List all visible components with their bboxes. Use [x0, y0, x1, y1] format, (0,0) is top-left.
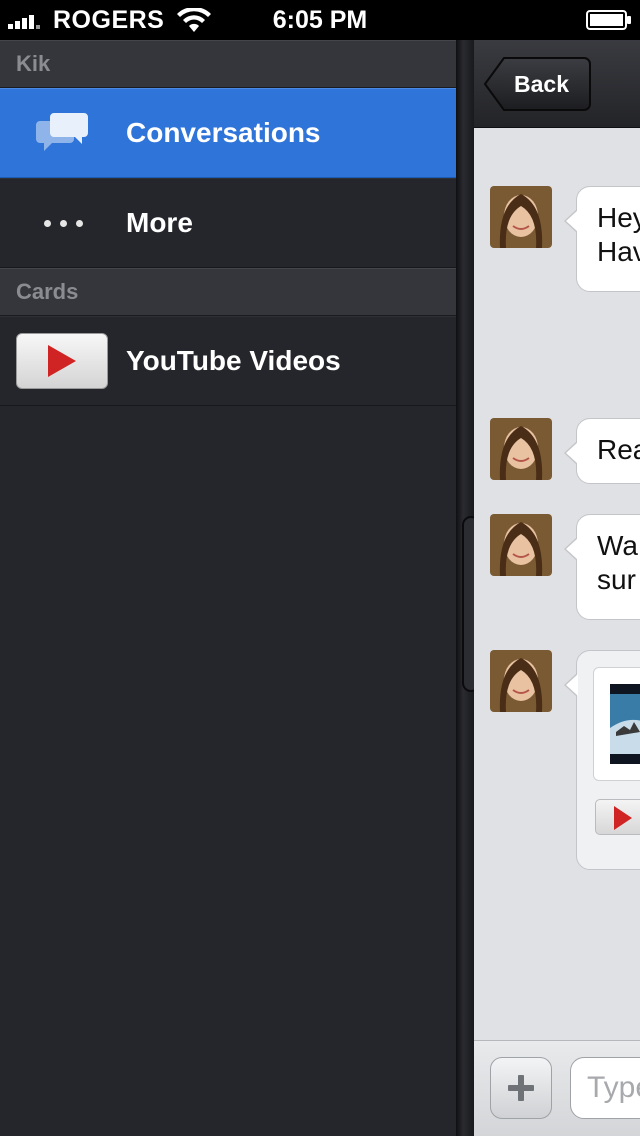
- section-header-cards: Cards: [0, 268, 458, 316]
- message-bubble[interactable]: Wa sur: [564, 514, 640, 620]
- ellipsis-icon: [0, 179, 126, 267]
- youtube-play-icon: [16, 333, 108, 389]
- message-input[interactable]: [570, 1057, 640, 1119]
- message-bubble[interactable]: Rea: [564, 418, 640, 484]
- message-text: sur: [597, 564, 636, 595]
- video-card[interactable]: [593, 667, 640, 781]
- back-button-label: Back: [514, 71, 569, 97]
- avatar[interactable]: [490, 186, 552, 248]
- sidebar-item-conversations[interactable]: Conversations: [0, 88, 458, 178]
- card-item-label: YouTube Videos: [126, 345, 341, 376]
- chat-nav-bar: Back: [474, 40, 640, 128]
- avatar[interactable]: [490, 418, 552, 480]
- message-bubble[interactable]: Hey Hav: [564, 186, 640, 292]
- battery-icon: [586, 10, 631, 30]
- message-text: Wa: [597, 530, 638, 561]
- chat-pane: Back Hey Hav Rea Wa sur: [474, 40, 640, 1136]
- plus-icon: [508, 1075, 534, 1101]
- sidebar-item-more[interactable]: More: [0, 178, 458, 268]
- sidebar-item-label: More: [126, 207, 193, 238]
- sidebar-menu: Kik Conversations More Cards YouTube Vid…: [0, 40, 458, 1136]
- message-text: Rea: [597, 434, 640, 465]
- sidebar-item-label: Conversations: [126, 117, 321, 148]
- message-text: Hav: [597, 236, 640, 267]
- youtube-play-button[interactable]: [595, 799, 640, 835]
- add-attachment-button[interactable]: [490, 1057, 552, 1119]
- avatar[interactable]: [490, 650, 552, 712]
- status-bar: ROGERS 6:05 PM: [0, 0, 640, 40]
- status-time: 6:05 PM: [272, 6, 368, 34]
- back-button[interactable]: Back: [484, 56, 592, 112]
- video-thumbnail[interactable]: [610, 684, 640, 764]
- avatar[interactable]: [490, 514, 552, 576]
- compose-bar: [474, 1040, 640, 1136]
- message-text: Hey: [597, 202, 640, 233]
- youtube-card-message[interactable]: [564, 650, 640, 870]
- section-header-kik: Kik: [0, 40, 458, 88]
- speech-bubbles-icon: [0, 89, 126, 177]
- card-item-youtube-videos[interactable]: YouTube Videos: [0, 316, 458, 406]
